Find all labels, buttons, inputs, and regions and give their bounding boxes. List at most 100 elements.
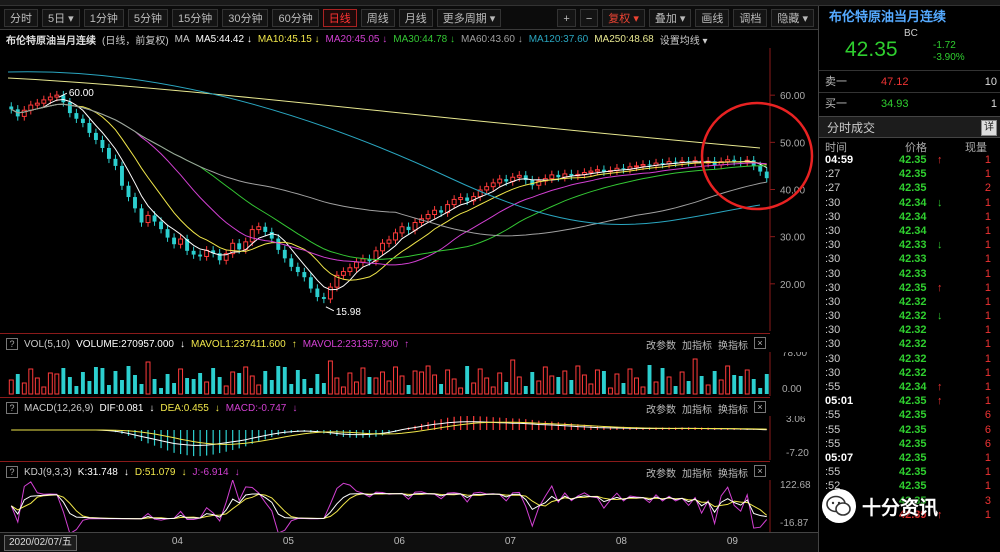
trade-row: :30 42.33 ↓ 1 xyxy=(819,238,1000,252)
period-weekly[interactable]: 周线 xyxy=(360,8,395,27)
volume-chart[interactable]: 78.00 0.00 xyxy=(0,352,818,396)
candle-body xyxy=(549,174,555,180)
volume-bar xyxy=(165,374,170,394)
period-60min[interactable]: 60分钟 xyxy=(272,8,319,27)
adjust-file-button[interactable]: 调档 xyxy=(733,8,768,27)
month-label: 06 xyxy=(393,536,405,547)
macd-header: ? MACD(12,26,9) DIF:0.081 ↓ DEA:0.455 ↓ … xyxy=(0,400,770,416)
volume-bar xyxy=(340,386,346,395)
volume-bar xyxy=(93,367,98,394)
candle-body xyxy=(353,261,359,269)
kdj-panel-buttons: 改参数 加指标 换指标 × xyxy=(646,465,766,480)
period-more[interactable]: 更多周期 ▾ xyxy=(436,8,502,27)
volume-bar xyxy=(276,366,281,394)
quote-panel: 布伦特原油当月连续 BC 42.35 -1.72 -3.90% 卖一 47.12… xyxy=(818,6,1000,552)
ma-settings-button[interactable]: 设置均线 ▾ xyxy=(660,32,708,47)
overlay-button[interactable]: 叠加 ▾ xyxy=(648,8,692,27)
volume-bar xyxy=(243,366,249,395)
trade-time: :30 xyxy=(825,338,841,351)
volume-bar xyxy=(327,360,333,395)
add-indicator-button[interactable]: 加指标 xyxy=(682,465,712,480)
trade-row: :30 42.32 1 xyxy=(819,337,1000,351)
volume-bar xyxy=(256,384,262,395)
trade-volume: 1 xyxy=(984,466,991,479)
candle-body xyxy=(9,106,14,110)
switch-indicator-button[interactable]: 换指标 xyxy=(718,465,748,480)
volume-bar xyxy=(360,367,366,395)
candle-body xyxy=(484,186,490,191)
candle-body xyxy=(87,122,92,133)
candle-body xyxy=(106,147,111,159)
period-monthly[interactable]: 月线 xyxy=(398,8,433,27)
trade-time: :27 xyxy=(825,182,841,195)
add-indicator-button[interactable]: 加指标 xyxy=(682,337,712,352)
help-icon[interactable]: ? xyxy=(6,402,18,414)
period-5day[interactable]: 5日 ▾ xyxy=(42,8,80,27)
volume-bar xyxy=(8,379,14,395)
bottom-bar: 2020/02/07/五 04 05 06 07 08 09 xyxy=(0,532,818,552)
volume-bar xyxy=(647,365,652,394)
add-indicator-button[interactable]: 加指标 xyxy=(682,401,712,416)
trade-price: 42.34 xyxy=(899,381,927,393)
volume-bar xyxy=(41,386,47,395)
close-icon[interactable]: × xyxy=(754,401,766,413)
zoom-out-button[interactable]: − xyxy=(579,8,599,27)
candle-body xyxy=(54,94,60,98)
trade-row: :55 42.35 6 xyxy=(819,437,1000,451)
period-1min[interactable]: 1分钟 xyxy=(83,8,124,27)
volume-header: ? VOL(5,10) VOLUME:270957.000 ↓ MAVOL1:2… xyxy=(0,336,770,352)
macd-value: MACD:-0.747 xyxy=(225,402,287,414)
trade-time: 05:01 xyxy=(825,395,854,408)
adjust-button[interactable]: 复权 ▾ xyxy=(602,8,645,27)
macd-chart[interactable]: 3.06 -7.20 xyxy=(0,416,818,460)
trade-time: :55 xyxy=(825,423,841,436)
switch-indicator-button[interactable]: 换指标 xyxy=(718,337,748,352)
volume-bar xyxy=(432,374,438,395)
close-icon[interactable]: × xyxy=(754,465,766,477)
close-icon[interactable]: × xyxy=(754,337,766,349)
change-param-button[interactable]: 改参数 xyxy=(646,465,676,480)
zoom-in-button[interactable]: + xyxy=(557,8,576,27)
trade-row: 05:07 42.35 1 xyxy=(819,451,1000,465)
trade-time: :30 xyxy=(825,253,841,266)
month-label: 04 xyxy=(171,536,183,547)
k-value: K:31.748 xyxy=(77,466,118,478)
volume-bar xyxy=(230,371,236,395)
candle-body xyxy=(126,185,131,198)
month-label: 05 xyxy=(282,536,294,547)
volume-bar xyxy=(113,371,118,394)
period-5min[interactable]: 5分钟 xyxy=(127,8,168,27)
volume-bar xyxy=(699,376,704,394)
month-label: 07 xyxy=(504,536,516,547)
period-15min[interactable]: 15分钟 xyxy=(171,8,219,27)
trade-time: :30 xyxy=(825,366,841,379)
j-value: J:-6.914 xyxy=(192,466,229,478)
macd-axis-label: 3.06 xyxy=(786,416,806,425)
down-arrow-icon: ↓ xyxy=(937,196,943,209)
hide-button[interactable]: 隐藏 ▾ xyxy=(771,8,814,27)
candle-body xyxy=(100,139,105,148)
kdj-header: ? KDJ(9,3,3) K:31.748 ↓ D:51.079 ↓ J:-6.… xyxy=(0,464,770,480)
detail-button[interactable]: 详 xyxy=(981,120,997,136)
period-intraday[interactable]: 分时 xyxy=(4,8,38,27)
trade-time: :30 xyxy=(825,196,841,209)
macd-label: MACD(12,26,9) xyxy=(24,402,94,414)
trade-volume: 1 xyxy=(984,451,991,464)
period-daily[interactable]: 日线 xyxy=(322,8,357,27)
month-axis: 04 05 06 07 08 09 xyxy=(87,533,818,552)
volume-bar xyxy=(581,374,587,395)
kdj-chart[interactable]: 122.68 -16.87 xyxy=(0,480,818,532)
change-param-button[interactable]: 改参数 xyxy=(646,337,676,352)
help-icon[interactable]: ? xyxy=(6,338,18,350)
dea-value: DEA:0.455 xyxy=(160,402,209,414)
price-chart[interactable]: 60.0050.0040.0030.0020.0060.0015.98 xyxy=(0,48,818,331)
draw-line-button[interactable]: 画线 xyxy=(695,8,730,27)
volume-bar xyxy=(477,368,483,395)
change-param-button[interactable]: 改参数 xyxy=(646,401,676,416)
panel-divider xyxy=(0,461,770,462)
switch-indicator-button[interactable]: 换指标 xyxy=(718,401,748,416)
help-icon[interactable]: ? xyxy=(6,466,18,478)
candle-body xyxy=(172,237,177,245)
period-30min[interactable]: 30分钟 xyxy=(222,8,269,27)
candle-body xyxy=(282,249,287,259)
